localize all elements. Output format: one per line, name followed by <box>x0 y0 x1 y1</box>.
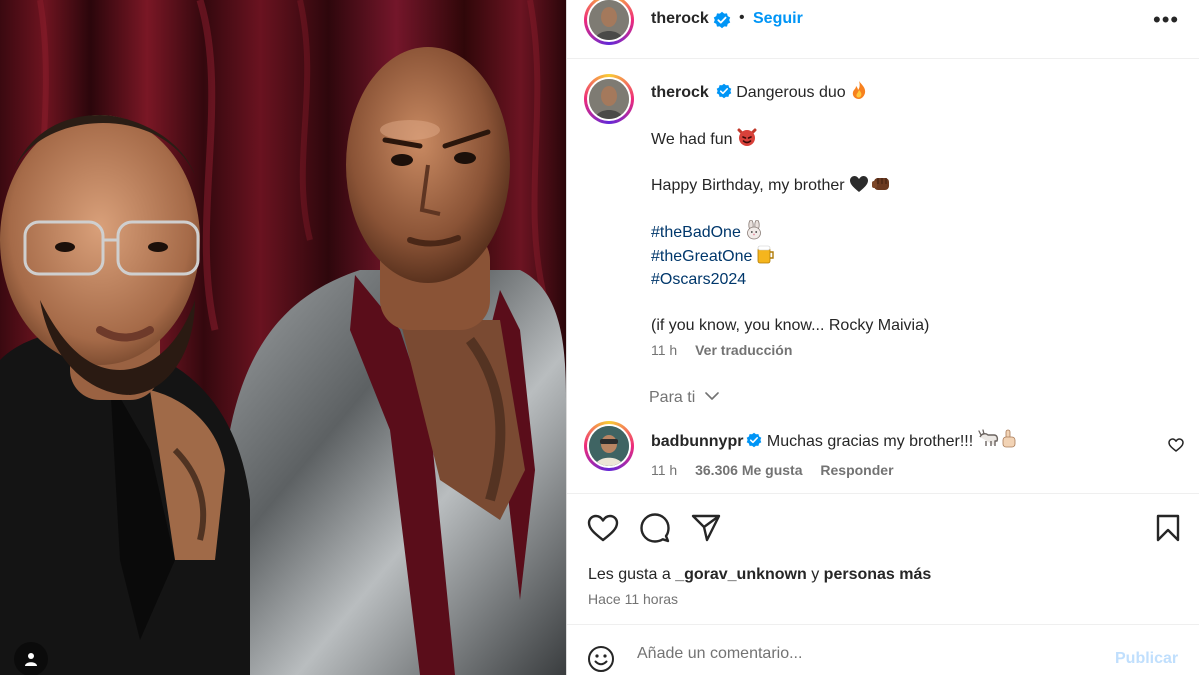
avatar-photo <box>589 79 629 119</box>
comment-meta: 11 h 36.306 Me gusta Responder <box>651 462 908 478</box>
comment-input[interactable] <box>637 645 1097 663</box>
post-actions: Les gusta a _gorav_unknown y personas má… <box>567 493 1199 624</box>
save-bookmark-icon[interactable] <box>1156 514 1180 542</box>
comment-bubble-icon[interactable] <box>640 513 670 543</box>
share-send-icon[interactable] <box>691 514 721 542</box>
goat-emoji-icon <box>978 429 999 446</box>
pointing-up-emoji-icon <box>1002 429 1016 448</box>
more-options-button[interactable]: ••• <box>1153 9 1179 31</box>
caption-line-birthday: Happy Birthday, my brother <box>651 177 845 194</box>
post-time-ago: Hace 11 horas <box>588 591 679 607</box>
for-you-dropdown[interactable]: Para ti <box>649 389 719 407</box>
emoji-smile-icon[interactable] <box>587 645 615 673</box>
user-tag-icon <box>25 653 37 666</box>
post-photo[interactable] <box>0 0 566 675</box>
reply-button[interactable]: Responder <box>820 462 893 478</box>
comment-likes-count[interactable]: 36.306 Me gusta <box>695 462 802 478</box>
author-avatar[interactable] <box>584 0 634 45</box>
comment-body: badbunnypr Muchas gracias my brother!!! <box>651 429 1131 451</box>
post-header: therock • Seguir ••• <box>567 0 1199 59</box>
post-image <box>0 0 566 675</box>
hashtag-oscars-2024[interactable]: #Oscars2024 <box>651 271 746 288</box>
fist-bump-emoji-icon <box>871 178 889 190</box>
post-side-panel: therock • Seguir ••• therock Dangerous d… <box>566 0 1199 675</box>
follow-button[interactable]: Seguir <box>753 10 803 28</box>
likes-prefix: Les gusta a <box>588 566 671 583</box>
smiling-devil-emoji-icon <box>737 128 757 146</box>
post-caption: therock Dangerous duo We had fun Happy B… <box>651 80 1171 337</box>
commenter-username[interactable]: badbunnypr <box>651 433 743 450</box>
avatar-photo <box>589 0 629 40</box>
others-liked-link[interactable]: personas más <box>824 566 932 583</box>
caption-line-fun: We had fun <box>651 131 733 148</box>
caption-title: Dangerous duo <box>736 84 846 101</box>
caption-username[interactable]: therock <box>651 84 709 101</box>
for-you-label: Para ti <box>649 389 696 406</box>
liker-username[interactable]: _gorav_unknown <box>675 566 807 583</box>
black-heart-emoji-icon <box>849 176 868 192</box>
verified-badge-icon <box>713 11 731 29</box>
rabbit-emoji-icon <box>746 220 761 240</box>
chevron-down-icon <box>704 392 719 400</box>
likes-summary: Les gusta a _gorav_unknown y personas má… <box>588 566 931 584</box>
like-heart-icon[interactable] <box>587 514 619 542</box>
verified-badge-icon <box>716 83 732 99</box>
publish-button[interactable]: Publicar <box>1115 650 1178 668</box>
likes-connector: y <box>811 566 820 583</box>
header-separator: • <box>739 9 745 26</box>
avatar-photo <box>589 426 629 466</box>
author-username[interactable]: therock <box>651 10 709 28</box>
hashtag-the-bad-one[interactable]: #theBadOne <box>651 224 741 241</box>
caption-line-rocky: (if you know, you know... Rocky Maivia) <box>651 317 930 334</box>
caption-meta: 11 h Ver traducción <box>651 342 792 358</box>
comment-text: Muchas gracias my brother!!! <box>766 433 974 450</box>
comment-time: 11 h <box>651 462 678 478</box>
add-comment-bar: Publicar <box>567 624 1199 675</box>
see-translation-button[interactable]: Ver traducción <box>695 342 792 358</box>
tagged-users-button[interactable] <box>14 642 48 675</box>
caption-time: 11 h <box>651 342 678 358</box>
commenter-avatar[interactable] <box>584 421 634 471</box>
comment-heart-icon[interactable] <box>1168 438 1184 452</box>
verified-badge-icon <box>747 432 762 448</box>
hashtag-the-great-one[interactable]: #theGreatOne <box>651 248 752 265</box>
caption-author-avatar[interactable] <box>584 74 634 124</box>
beer-mug-emoji-icon <box>758 245 775 264</box>
fire-emoji-icon <box>852 81 865 99</box>
